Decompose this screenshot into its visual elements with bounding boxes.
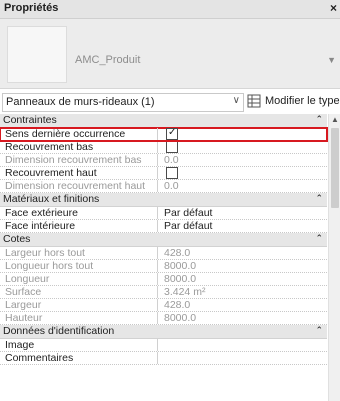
group-cotes[interactable]: Cotes ⌃ — [0, 233, 327, 247]
row-face-exterieure[interactable]: Face extérieure Par défaut — [0, 207, 327, 220]
property-value: 0.0 — [164, 154, 179, 166]
edit-type-button[interactable]: Modifier le type — [247, 93, 340, 110]
panel-title: Propriétés — [4, 2, 59, 14]
property-value[interactable]: Par défaut — [164, 207, 212, 219]
group-label: Cotes — [3, 233, 31, 245]
row-hauteur: Hauteur 8000.0 — [0, 312, 327, 325]
property-value: 8000.0 — [164, 273, 197, 285]
property-name: Sens dernière occurrence — [0, 128, 158, 140]
row-largeur: Largeur 428.0 — [0, 299, 327, 312]
group-identification[interactable]: Données d'identification ⌃ — [0, 325, 327, 339]
row-recouvrement-haut[interactable]: Recouvrement haut — [0, 167, 327, 180]
row-dimension-recouvrement-haut: Dimension recouvrement haut 0.0 — [0, 180, 327, 193]
property-name: Longueur hors tout — [0, 260, 158, 272]
property-value: 3.424 m² — [164, 286, 206, 298]
property-name: Dimension recouvrement haut — [0, 180, 158, 192]
property-value: 428.0 — [164, 299, 191, 311]
edit-type-label: Modifier le type — [265, 95, 340, 107]
collapse-icon[interactable]: ⌃ — [315, 325, 323, 336]
recouvrement-haut-checkbox[interactable] — [166, 167, 178, 179]
row-commentaires[interactable]: Commentaires — [0, 352, 327, 365]
type-dropdown-arrow-icon[interactable]: ▼ — [327, 55, 336, 65]
row-dimension-recouvrement-bas: Dimension recouvrement bas 0.0 — [0, 154, 327, 167]
property-name: Recouvrement haut — [0, 167, 158, 179]
row-recouvrement-bas[interactable]: Recouvrement bas — [0, 141, 327, 154]
scroll-up-icon[interactable]: ▲ — [331, 115, 339, 124]
edit-type-icon — [247, 94, 261, 108]
property-value[interactable]: Par défaut — [164, 220, 212, 232]
property-name: Largeur — [0, 299, 158, 311]
recouvrement-bas-checkbox[interactable] — [166, 141, 178, 153]
row-surface: Surface 3.424 m² — [0, 286, 327, 299]
sens-derniere-checkbox[interactable]: ✓ — [166, 127, 178, 140]
type-selector[interactable]: AMC_Produit ▼ — [0, 19, 340, 89]
chevron-down-icon: ∨ — [232, 95, 240, 106]
element-filter-dropdown[interactable]: Panneaux de murs-rideaux (1) ∨ — [2, 93, 244, 112]
row-longueur-hors-tout: Longueur hors tout 8000.0 — [0, 260, 327, 273]
property-name: Hauteur — [0, 312, 158, 324]
type-preview-image — [7, 26, 67, 83]
collapse-icon[interactable]: ⌃ — [315, 233, 323, 244]
row-largeur-hors-tout: Largeur hors tout 428.0 — [0, 247, 327, 260]
group-label: Matériaux et finitions — [3, 193, 100, 205]
properties-grid: Contraintes ⌃ Sens dernière occurrence ✓… — [0, 114, 328, 365]
property-name: Longueur — [0, 273, 158, 285]
close-icon[interactable]: × — [330, 1, 337, 15]
scrollbar-thumb[interactable] — [331, 128, 339, 208]
property-name: Largeur hors tout — [0, 247, 158, 259]
property-name: Image — [0, 339, 158, 351]
group-contraintes[interactable]: Contraintes ⌃ — [0, 114, 327, 128]
property-value: 8000.0 — [164, 312, 197, 324]
property-value: 0.0 — [164, 180, 179, 192]
checkmark-icon: ✓ — [168, 127, 177, 138]
row-longueur: Longueur 8000.0 — [0, 273, 327, 286]
filter-label: Panneaux de murs-rideaux (1) — [6, 96, 155, 108]
vertical-scrollbar[interactable]: ▲ — [328, 114, 340, 401]
collapse-icon[interactable]: ⌃ — [315, 193, 323, 204]
group-label: Contraintes — [3, 114, 57, 126]
type-name: AMC_Produit — [75, 54, 141, 66]
collapse-icon[interactable]: ⌃ — [315, 114, 323, 125]
property-name: Face intérieure — [0, 220, 158, 232]
row-image[interactable]: Image — [0, 339, 327, 352]
group-materiaux[interactable]: Matériaux et finitions ⌃ — [0, 193, 327, 207]
group-label: Données d'identification — [3, 325, 115, 337]
property-value: 8000.0 — [164, 260, 197, 272]
property-name: Surface — [0, 286, 158, 298]
property-name: Face extérieure — [0, 207, 158, 219]
property-name: Dimension recouvrement bas — [0, 154, 158, 166]
filter-row: Panneaux de murs-rideaux (1) ∨ Modifier … — [0, 91, 340, 112]
row-face-interieure[interactable]: Face intérieure Par défaut — [0, 220, 327, 233]
row-sens-derniere-occurrence[interactable]: Sens dernière occurrence ✓ — [0, 127, 328, 142]
property-name: Commentaires — [0, 352, 158, 364]
properties-titlebar: Propriétés × — [0, 0, 340, 19]
property-value: 428.0 — [164, 247, 191, 259]
property-name: Recouvrement bas — [0, 141, 158, 153]
